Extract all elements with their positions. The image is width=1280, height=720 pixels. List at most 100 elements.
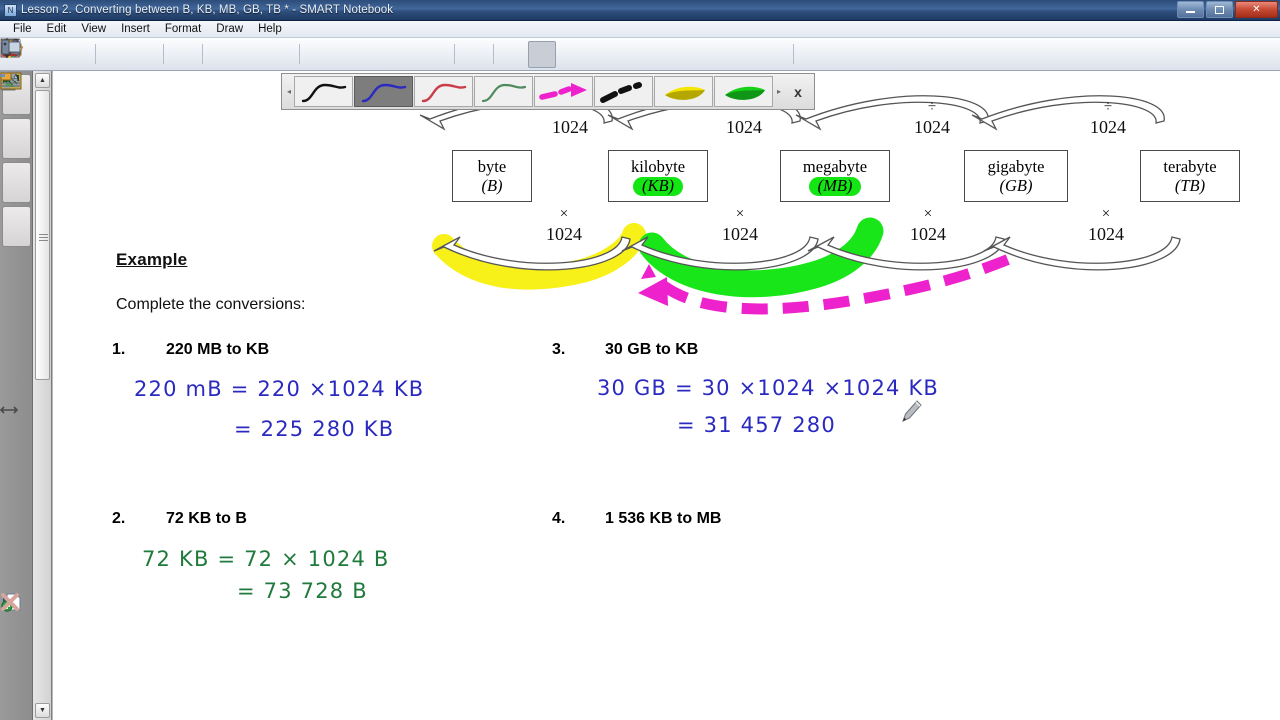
properties-icon[interactable]: A <box>799 41 827 68</box>
redo-icon[interactable] <box>237 41 265 68</box>
unit-name: megabyte <box>803 157 867 176</box>
close-button[interactable]: ✕ <box>1235 1 1278 18</box>
sidebar-item-attachments[interactable] <box>2 162 31 203</box>
multiply-label-1: × 1024 <box>524 207 604 243</box>
unit-name: gigabyte <box>988 157 1045 176</box>
pen-style-magenta-arrow[interactable] <box>534 76 593 107</box>
menu-item-format[interactable]: Format <box>158 22 208 36</box>
toolbar-separator <box>95 44 96 64</box>
multiply-value: 1024 <box>1066 225 1146 243</box>
menu-item-insert[interactable]: Insert <box>114 22 157 36</box>
next-page-button[interactable] <box>2 623 31 654</box>
sidebar-scrollbar[interactable]: ▲ ▼ <box>33 71 52 720</box>
unit-abbr-wrap: (B) <box>481 176 502 196</box>
divide-value: 1024 <box>892 118 972 136</box>
smart-board-icon[interactable] <box>857 41 885 68</box>
unit-abbr-wrap: (KB) <box>642 176 674 196</box>
divide-value: 1024 <box>704 118 784 136</box>
question-1-answer-line-1: 220 mB = 220 ×1024 KB <box>134 377 424 401</box>
add-page-icon[interactable] <box>62 41 90 68</box>
multiply-symbol: × <box>700 207 780 222</box>
select-pointer-icon[interactable] <box>499 41 527 68</box>
magenta-arrowhead <box>638 277 668 306</box>
pen-style-blue[interactable] <box>354 76 413 107</box>
menu-item-edit[interactable]: Edit <box>40 22 74 36</box>
pen-style-black[interactable] <box>294 76 353 107</box>
save-icon[interactable] <box>130 41 158 68</box>
pen-tool-icon[interactable] <box>528 41 556 68</box>
magic-pen-icon[interactable] <box>702 41 730 68</box>
question-2-answer-line-1: 72 KB = 72 × 1024 B <box>142 547 390 571</box>
question-2-answer-line-2: = 73 728 B <box>237 579 368 603</box>
move-toolbar-icon[interactable] <box>828 41 856 68</box>
menu-item-view[interactable]: View <box>74 22 113 36</box>
creative-pen-icon[interactable] <box>557 41 585 68</box>
pen-style-red[interactable] <box>414 76 473 107</box>
paste-icon[interactable] <box>169 41 197 68</box>
open-folder-icon[interactable] <box>101 41 129 68</box>
question-2-number: 2. <box>112 510 125 528</box>
sidebar-item-gallery[interactable] <box>2 118 31 159</box>
question-3-prompt: 30 GB to KB <box>605 341 698 359</box>
question-1-answer-line-2: = 225 280 KB <box>234 417 394 441</box>
divide-label-4: ÷ 1024 <box>1068 100 1148 136</box>
unit-abbr-wrap: (TB) <box>1175 176 1205 196</box>
scroll-down-button[interactable]: ▼ <box>35 703 50 718</box>
pen-style-green-highlighter[interactable] <box>714 76 773 107</box>
palette-scroll-left[interactable]: ◂ <box>284 87 294 96</box>
pen-style-green[interactable] <box>474 76 533 107</box>
document-camera-icon[interactable] <box>421 41 449 68</box>
unit-box-gigabyte[interactable]: gigabyte (GB) <box>964 150 1068 202</box>
restore-button[interactable] <box>1206 1 1233 18</box>
page-title: Example <box>116 250 187 270</box>
palette-scroll-right[interactable]: ▸ <box>774 87 784 96</box>
unit-box-byte[interactable]: byte (B) <box>452 150 532 202</box>
pen-style-black-dashed[interactable] <box>594 76 653 107</box>
unit-name: byte <box>478 157 506 176</box>
menu-item-draw[interactable]: Draw <box>209 22 250 36</box>
multiply-symbol: × <box>888 207 968 222</box>
shape-pen-icon[interactable] <box>673 41 701 68</box>
full-screen-icon[interactable] <box>305 41 333 68</box>
unit-box-megabyte[interactable]: megabyte (MB) <box>780 150 890 202</box>
text-tool-icon[interactable]: A <box>760 41 788 68</box>
unit-name: terabyte <box>1163 157 1216 176</box>
scroll-up-button[interactable]: ▲ <box>35 73 50 88</box>
unit-box-kilobyte[interactable]: kilobyte (KB) <box>608 150 708 202</box>
divide-label-3: ÷ 1024 <box>892 100 972 136</box>
screen-shade-icon[interactable] <box>363 41 391 68</box>
sidebar-resize-handle[interactable] <box>0 404 33 426</box>
delete-icon[interactable] <box>266 41 294 68</box>
multiply-value: 1024 <box>700 225 780 243</box>
screen-capture-icon[interactable] <box>392 41 420 68</box>
notebook-icon: N <box>4 4 17 17</box>
minimize-button[interactable] <box>1177 1 1204 18</box>
fill-bucket-icon[interactable] <box>731 41 759 68</box>
scrollbar-thumb[interactable] <box>35 90 50 380</box>
window-title: Lesson 2. Converting between B, KB, MB, … <box>21 4 393 16</box>
forward-arrow-icon[interactable] <box>33 41 61 68</box>
unit-abbr: (KB) <box>642 176 674 195</box>
smart-notebook-window: N Lesson 2. Converting between B, KB, MB… <box>0 0 1280 720</box>
unit-box-terabyte[interactable]: terabyte (TB) <box>1140 150 1240 202</box>
divide-symbol: ÷ <box>892 100 972 115</box>
shapes-icon[interactable] <box>644 41 672 68</box>
sidebar-item-properties[interactable]: A <box>2 206 31 247</box>
close-palette-button[interactable]: x <box>784 84 812 100</box>
pen-style-yellow-highlighter[interactable] <box>654 76 713 107</box>
question-2-prompt: 72 KB to B <box>166 510 247 528</box>
menu-item-file[interactable]: File <box>6 22 39 36</box>
menu-item-help[interactable]: Help <box>251 22 289 36</box>
dual-page-icon[interactable] <box>334 41 362 68</box>
toolbar-separator <box>202 44 203 64</box>
line-tool-icon[interactable] <box>615 41 643 68</box>
question-3-number: 3. <box>552 341 565 359</box>
undo-icon[interactable] <box>208 41 236 68</box>
multiply-label-2: × 1024 <box>700 207 780 243</box>
notebook-canvas[interactable]: byte (B) kilobyte (KB) megabyte (MB) gig… <box>52 71 1280 720</box>
question-4-number: 4. <box>552 510 565 528</box>
insert-table-icon[interactable] <box>460 41 488 68</box>
eraser-icon[interactable] <box>586 41 614 68</box>
add-page-button[interactable] <box>2 654 31 685</box>
delete-page-button[interactable] <box>2 685 31 716</box>
